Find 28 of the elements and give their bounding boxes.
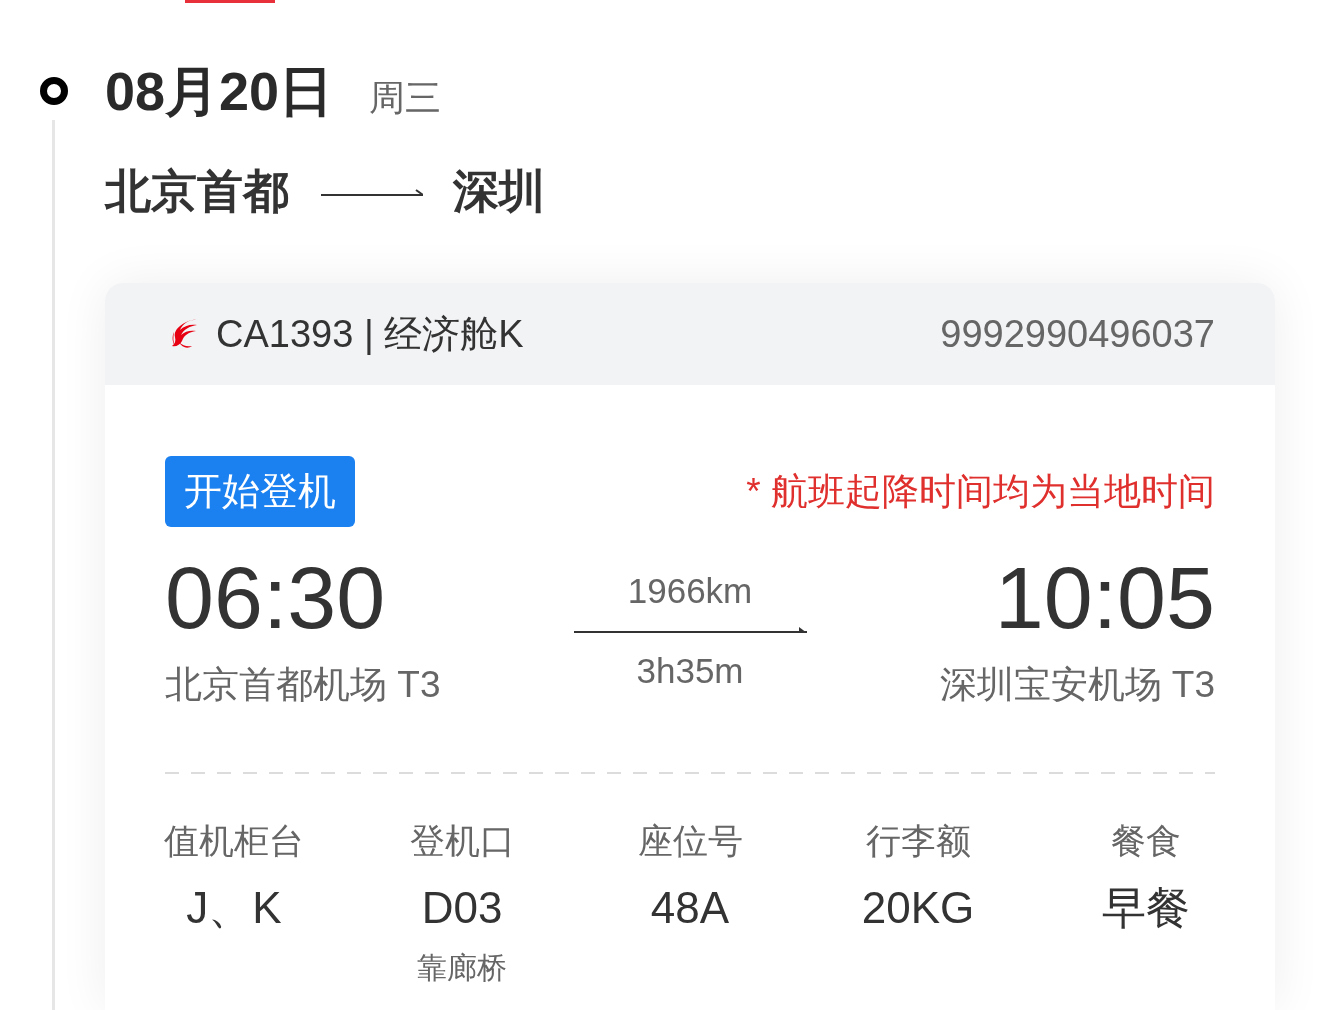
arrival-airport: 深圳宝安机场 T3 bbox=[939, 663, 1215, 707]
detail-value: D03 bbox=[421, 882, 503, 934]
detail-label: 餐食 bbox=[1111, 820, 1181, 862]
detail-label: 登机口 bbox=[409, 820, 515, 862]
detail-value: 早餐 bbox=[1102, 882, 1190, 934]
detail-value: J、K bbox=[186, 882, 282, 934]
detail-label: 行李额 bbox=[865, 820, 971, 862]
destination-city: 深圳 bbox=[453, 164, 545, 219]
detail-value: 20KG bbox=[861, 882, 975, 934]
arrival-time: 10:05 bbox=[994, 554, 1215, 642]
flight-distance: 1966km bbox=[627, 570, 753, 612]
weekday: 周三 bbox=[369, 76, 442, 120]
boarding-status-badge: 开始登机 bbox=[165, 456, 355, 527]
departure-airport: 北京首都机场 T3 bbox=[165, 663, 441, 707]
detail-note: 靠廊桥 bbox=[417, 950, 507, 986]
flight-arrow-icon bbox=[573, 626, 807, 634]
route-arrow-icon bbox=[321, 186, 423, 196]
flight-duration: 3h35m bbox=[636, 650, 744, 692]
detail-value: 48A bbox=[650, 882, 730, 934]
detail-label: 值机柜台 bbox=[164, 820, 304, 862]
date: 08月20日 bbox=[105, 60, 334, 123]
departure-time: 06:30 bbox=[165, 554, 386, 642]
detail-label: 座位号 bbox=[637, 820, 743, 862]
local-time-note: * 航班起降时间均为当地时间 bbox=[746, 469, 1215, 514]
flight-number-cabin: CA1393 | 经济舱K bbox=[216, 312, 524, 357]
origin-city: 北京首都 bbox=[105, 164, 289, 219]
timeline-ring-icon bbox=[40, 77, 68, 105]
ticket-number: 9992990496037 bbox=[940, 312, 1215, 357]
